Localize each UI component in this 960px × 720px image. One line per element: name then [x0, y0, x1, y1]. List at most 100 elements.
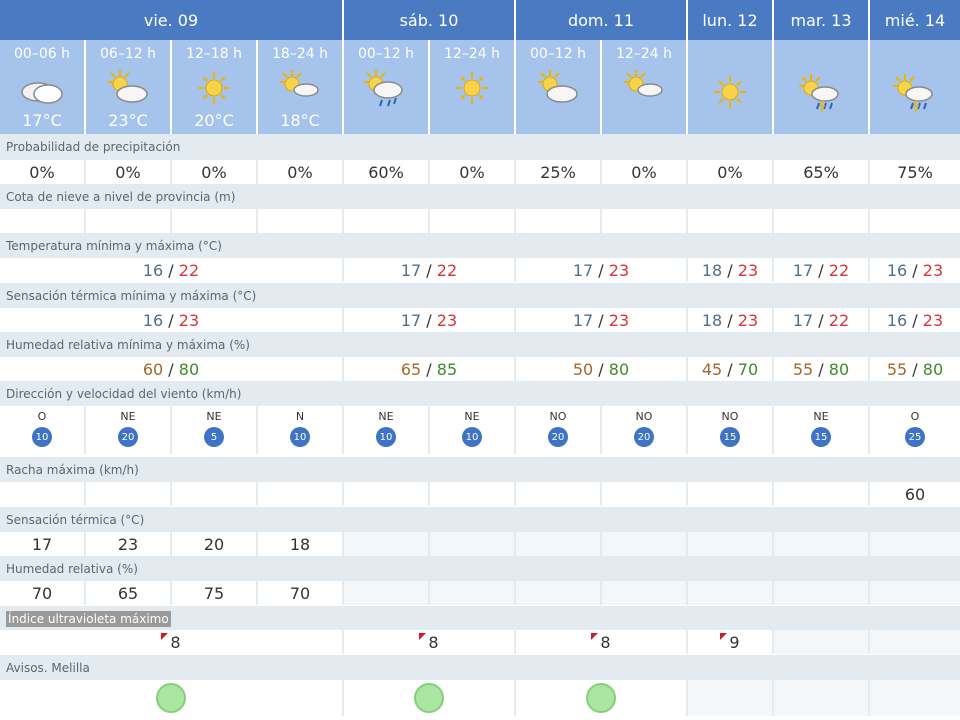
temp-cell: 16 / 22: [0, 258, 344, 282]
hum-max: 80: [608, 359, 630, 379]
feel2-cell: 18: [258, 532, 344, 556]
hum-max: 80: [178, 359, 200, 379]
feel-min: 18: [701, 310, 723, 330]
period-cell: [688, 40, 774, 134]
precip-value: 60%: [368, 162, 404, 182]
temp-cell: 17 / 22: [344, 258, 516, 282]
temp-max: 23: [608, 260, 630, 280]
day-label: vie. 09: [143, 10, 199, 30]
temp-min: 17: [792, 260, 814, 280]
sun-cloud-icon: [280, 70, 319, 97]
period-label: 00–12 h: [530, 46, 586, 62]
warning-level-green-icon[interactable]: [586, 683, 616, 713]
temp-max: 22: [828, 260, 850, 280]
sun-cloud-rain-icon: [364, 70, 403, 107]
period-cell: [774, 40, 870, 134]
warning-cell: [516, 680, 688, 716]
uv-value: 8: [170, 632, 181, 652]
warning-cell: [870, 680, 960, 716]
day-label: dom. 11: [567, 10, 635, 30]
precip-value: 0%: [29, 162, 55, 182]
precip-value: 0%: [287, 162, 313, 182]
period-label: 18–24 h: [272, 46, 328, 62]
gust-cell: [172, 482, 258, 506]
warning-cell: [344, 680, 516, 716]
precip-value: 75%: [897, 162, 933, 182]
precip-value: 65%: [803, 162, 839, 182]
gust-cell: [688, 482, 774, 506]
hum-cell: 55 / 80: [774, 357, 870, 381]
wind-cell: NE 10: [430, 406, 516, 454]
period-cell: 12–24 h: [602, 40, 688, 134]
feel2-value: 18: [289, 534, 311, 554]
warning-level-green-icon[interactable]: [414, 683, 444, 713]
wind-direction: NO: [721, 410, 739, 423]
feel2-value: 20: [203, 534, 225, 554]
feel2-cell: [688, 532, 774, 556]
hum-min: 45: [701, 359, 723, 379]
snow-cell: [0, 209, 86, 233]
wind-cell: NO 20: [516, 406, 602, 454]
hum2-cell: [430, 581, 516, 605]
sun-cloud-storm-icon: [799, 74, 839, 113]
wind-speed-badge: 10: [32, 427, 52, 447]
warning-level-green-icon[interactable]: [156, 683, 186, 713]
wind-cell: O 25: [870, 406, 960, 454]
label-text: Sensación térmica mínima y máxima (°C): [6, 289, 257, 303]
period-label: 00–06 h: [14, 46, 70, 62]
precip-value: 25%: [540, 162, 576, 182]
precip-value: 0%: [717, 162, 743, 182]
feel-max: 23: [737, 310, 759, 330]
temp-max: 22: [178, 260, 200, 280]
wind-speed-badge: 15: [811, 427, 831, 447]
wind-cell: NE 5: [172, 406, 258, 454]
snow-cell: [602, 209, 688, 233]
uv-cell: 8: [0, 630, 344, 654]
feel2-cell: 17: [0, 532, 86, 556]
uv-flag-icon: [419, 632, 427, 640]
wind-cell: NE 10: [344, 406, 430, 454]
row-label-precip: Probabilidad de precipitación: [0, 134, 960, 160]
hum-cell: 55 / 80: [870, 357, 960, 381]
wind-speed-badge: 25: [905, 427, 925, 447]
gust-cell: [430, 482, 516, 506]
wind-cell: N 10: [258, 406, 344, 454]
feel-cell: 17 / 23: [516, 308, 688, 332]
row-label-feel: Sensación térmica mínima y máxima (°C): [0, 283, 960, 309]
sun-cloud-icon: [538, 70, 578, 103]
feel2-cell: [430, 532, 516, 556]
day-header: mié. 14: [870, 0, 960, 40]
temp-cell: 18 / 23: [688, 258, 774, 282]
snow-cell: [258, 209, 344, 233]
uv-cell: [870, 630, 960, 654]
period-cell: 00–12 h: [516, 40, 602, 134]
hum-max: 80: [828, 359, 850, 379]
hum-cell: 65 / 85: [344, 357, 516, 381]
hum-min: 50: [572, 359, 594, 379]
cloudy-icon: [21, 82, 63, 104]
wind-direction: N: [295, 410, 305, 423]
hum2-cell: 70: [258, 581, 344, 605]
precip-cell: 0%: [258, 160, 344, 184]
snow-cell: [516, 209, 602, 233]
feel2-cell: [516, 532, 602, 556]
uv-flag-icon: [591, 632, 599, 640]
label-text: Cota de nieve a nivel de provincia (m): [6, 190, 236, 204]
temp-min: 18: [701, 260, 723, 280]
precip-cell: 25%: [516, 160, 602, 184]
feel-max: 23: [608, 310, 630, 330]
feel-max: 23: [922, 310, 944, 330]
uv-value: 9: [729, 632, 740, 652]
hum-cell: 60 / 80: [0, 357, 344, 381]
period-cell: 12–24 h: [430, 40, 516, 134]
feel-cell: 16 / 23: [870, 308, 960, 332]
feel2-cell: [774, 532, 870, 556]
hum2-cell: [602, 581, 688, 605]
day-label: mar. 13: [790, 10, 852, 30]
uv-cell: [774, 630, 870, 654]
row-label-uv: Índice ultravioleta máximo: [0, 606, 960, 632]
period-label: 12–24 h: [616, 46, 672, 62]
wind-speed-badge: 20: [118, 427, 138, 447]
temp-max: 23: [737, 260, 759, 280]
uv-cell: 8: [344, 630, 516, 654]
